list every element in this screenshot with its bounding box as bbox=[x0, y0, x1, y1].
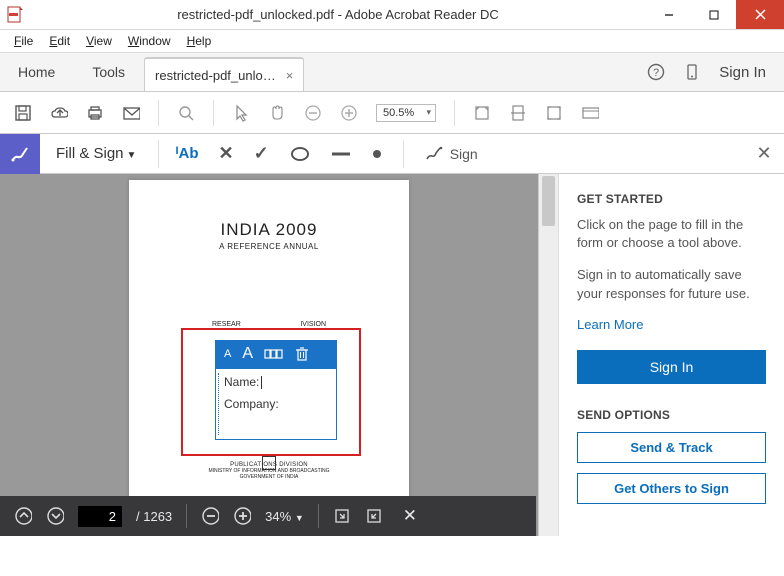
main-toolbar: 50.5% bbox=[0, 92, 784, 134]
tab-document-close-icon[interactable]: × bbox=[286, 68, 294, 83]
fit-width-icon[interactable] bbox=[473, 104, 491, 122]
page-total: / 1263 bbox=[136, 509, 172, 524]
publisher-logo bbox=[262, 456, 276, 470]
text-line-name: Name: bbox=[224, 375, 328, 389]
page-up-icon[interactable] bbox=[14, 507, 32, 525]
fill-sign-icon[interactable] bbox=[0, 134, 40, 174]
nav-close-icon[interactable]: ✕ bbox=[403, 506, 417, 526]
nav-actual-icon[interactable] bbox=[365, 507, 383, 525]
line-tool[interactable] bbox=[331, 151, 351, 157]
delete-icon[interactable] bbox=[295, 346, 309, 362]
signin-button[interactable]: Sign In bbox=[577, 350, 766, 384]
page-title: INDIA 2009 bbox=[129, 220, 409, 240]
signin-link[interactable]: Sign In bbox=[719, 64, 766, 81]
menubar: File Edit View Window Help bbox=[0, 30, 784, 52]
nav-zoom-level[interactable]: 34% ▼ bbox=[265, 509, 304, 524]
tab-document[interactable]: restricted-pdf_unlo… × bbox=[144, 57, 304, 91]
close-fill-sign[interactable]: ✕ bbox=[744, 143, 784, 164]
sidebar-heading-start: GET STARTED bbox=[577, 192, 766, 206]
menu-window[interactable]: Window bbox=[122, 32, 177, 50]
sidebar-text-2: Sign in to automatically save your respo… bbox=[577, 266, 766, 302]
fullscreen-icon[interactable] bbox=[545, 104, 563, 122]
text-line-company: Company: bbox=[224, 397, 328, 411]
get-others-button[interactable]: Get Others to Sign bbox=[577, 473, 766, 504]
zoom-level[interactable]: 50.5% bbox=[376, 104, 436, 122]
cloud-icon[interactable] bbox=[50, 104, 68, 122]
page-number-input[interactable] bbox=[78, 506, 122, 527]
nav-zoom-in-icon[interactable] bbox=[233, 507, 251, 525]
text-edit-group: A A Name: Company: bbox=[215, 340, 337, 440]
search-icon[interactable] bbox=[177, 104, 195, 122]
scrollbar-thumb[interactable] bbox=[542, 176, 555, 226]
print-icon[interactable] bbox=[86, 104, 104, 122]
text-size-large[interactable]: A bbox=[242, 345, 253, 363]
hand-icon[interactable] bbox=[268, 104, 286, 122]
learn-more-link[interactable]: Learn More bbox=[577, 317, 643, 332]
menu-view[interactable]: View bbox=[80, 32, 118, 50]
tab-tools[interactable]: Tools bbox=[74, 53, 144, 91]
menu-file[interactable]: File bbox=[8, 32, 39, 50]
fill-sign-bar: Fill & Sign▼ IAb ✕ ✓ Sign ✕ bbox=[0, 134, 784, 174]
sign-tool[interactable]: Sign bbox=[424, 145, 478, 163]
text-input-box[interactable]: Name: Company: bbox=[215, 368, 337, 440]
check-tool[interactable]: ✓ bbox=[254, 143, 269, 164]
maximize-button[interactable] bbox=[691, 0, 736, 29]
read-mode-icon[interactable] bbox=[581, 104, 599, 122]
save-icon[interactable] bbox=[14, 104, 32, 122]
page-subtitle: A REFERENCE ANNUAL bbox=[129, 242, 409, 251]
minimize-button[interactable] bbox=[646, 0, 691, 29]
svg-text:?: ? bbox=[653, 67, 659, 79]
menu-help[interactable]: Help bbox=[181, 32, 218, 50]
window-title: restricted-pdf_unlocked.pdf - Adobe Acro… bbox=[30, 0, 646, 29]
scrollbar[interactable] bbox=[538, 174, 558, 536]
mail-icon[interactable] bbox=[122, 104, 140, 122]
text-tool[interactable]: IAb bbox=[175, 145, 198, 162]
x-mark-tool[interactable]: ✕ bbox=[219, 143, 234, 164]
zoom-in-icon[interactable] bbox=[340, 104, 358, 122]
nav-fit-icon[interactable] bbox=[333, 507, 351, 525]
text-edit-toolbar: A A bbox=[215, 340, 337, 368]
tab-document-label: restricted-pdf_unlo… bbox=[155, 68, 276, 83]
text-size-small[interactable]: A bbox=[224, 348, 231, 360]
help-icon[interactable]: ? bbox=[647, 63, 665, 81]
circle-tool[interactable] bbox=[289, 146, 311, 162]
menu-edit[interactable]: Edit bbox=[43, 32, 76, 50]
send-track-button[interactable]: Send & Track bbox=[577, 432, 766, 463]
zoom-out-icon[interactable] bbox=[304, 104, 322, 122]
mobile-icon[interactable] bbox=[683, 63, 701, 81]
titlebar: restricted-pdf_unlocked.pdf - Adobe Acro… bbox=[0, 0, 784, 30]
publisher-line3: GOVERNMENT OF INDIA bbox=[129, 474, 409, 480]
app-icon bbox=[0, 0, 30, 29]
dot-tool[interactable] bbox=[371, 148, 383, 160]
pdf-page[interactable]: INDIA 2009 A REFERENCE ANNUAL RESEARhidd… bbox=[129, 180, 409, 512]
sidebar-heading-send: SEND OPTIONS bbox=[577, 408, 766, 422]
nav-zoom-out-icon[interactable] bbox=[201, 507, 219, 525]
sidebar-text-1: Click on the page to fill in the form or… bbox=[577, 216, 766, 252]
page-down-icon[interactable] bbox=[46, 507, 64, 525]
fit-page-icon[interactable] bbox=[509, 104, 527, 122]
document-pane[interactable]: INDIA 2009 A REFERENCE ANNUAL RESEARhidd… bbox=[0, 174, 538, 536]
page-nav-bar: / 1263 34% ▼ ✕ bbox=[0, 496, 536, 536]
text-spacing-icon[interactable] bbox=[264, 347, 284, 361]
close-button[interactable] bbox=[736, 0, 784, 29]
tab-home[interactable]: Home bbox=[0, 53, 74, 91]
page-line3: RESEARhidden text here okIVISION bbox=[129, 321, 409, 328]
pointer-icon[interactable] bbox=[232, 104, 250, 122]
sidebar: GET STARTED Click on the page to fill in… bbox=[558, 174, 784, 536]
tabs-row: Home Tools restricted-pdf_unlo… × ? Sign… bbox=[0, 52, 784, 92]
fill-sign-label[interactable]: Fill & Sign▼ bbox=[40, 145, 152, 162]
